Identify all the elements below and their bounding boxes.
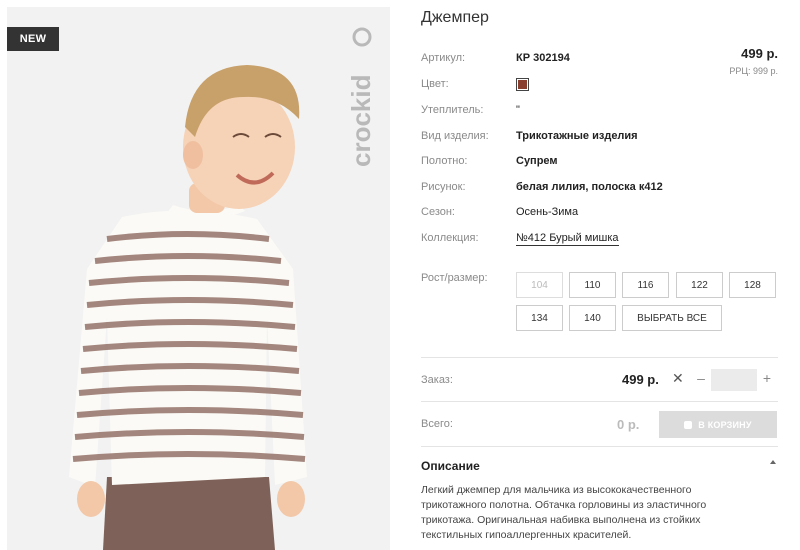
print-value: белая лилия, полоска к412 (516, 181, 663, 193)
collection-link-text[interactable]: №412 Бурый мишка (516, 232, 619, 246)
size-option-122[interactable]: 122 (676, 272, 723, 298)
increase-qty-button[interactable]: + (760, 371, 774, 385)
fabric-value: Супрем (516, 155, 558, 167)
product-price: 499 р. (741, 46, 778, 61)
divider (421, 446, 778, 447)
total-label: Всего: (421, 418, 453, 430)
type-value: Трикотажные изделия (516, 130, 638, 142)
color-swatch-fill (518, 80, 527, 89)
color-label: Цвет: (421, 78, 449, 90)
divider (421, 401, 778, 402)
size-option-116[interactable]: 116 (622, 272, 669, 298)
brand-logo: crockid (347, 27, 377, 167)
multiply-icon: ✕ (672, 370, 684, 386)
size-option-110[interactable]: 110 (569, 272, 616, 298)
description-text: Легкий джемпер для мальчика из высококач… (421, 483, 761, 543)
article-value: КР 302194 (516, 52, 570, 64)
order-price: 499 р. (622, 372, 659, 387)
type-label: Вид изделия: (421, 130, 489, 142)
total-sum: 0 р. (617, 417, 640, 432)
insulation-label: Утеплитель: (421, 104, 484, 116)
add-to-cart-button[interactable]: В КОРЗИНУ (659, 411, 777, 438)
description-line: трикотажного полотна. Обтачка горловины … (421, 499, 707, 511)
order-label: Заказ: (421, 374, 453, 386)
rrp-price: РРЦ: 999 р. (729, 66, 778, 76)
print-label: Рисунок: (421, 181, 466, 193)
add-to-cart-label: В КОРЗИНУ (698, 419, 752, 430)
size-option-104[interactable]: 104 (516, 272, 563, 298)
select-all-sizes-button[interactable]: ВЫБРАТЬ ВСЕ (622, 305, 722, 331)
color-swatch[interactable] (516, 78, 529, 91)
article-label: Артикул: (421, 52, 466, 64)
product-title: Джемпер (421, 9, 489, 26)
product-image (7, 7, 390, 550)
new-badge: NEW (7, 27, 59, 51)
size-option-134[interactable]: 134 (516, 305, 563, 331)
description-heading[interactable]: Описание (421, 459, 480, 473)
product-photo[interactable]: NEW crockid (7, 7, 390, 550)
quantity-input[interactable] (711, 369, 757, 391)
season-label: Сезон: (421, 206, 455, 218)
collection-label: Коллекция: (421, 232, 479, 244)
svg-text:crockid: crockid (347, 75, 376, 168)
description-line: текстильных гипоаллергенных красителей. (421, 529, 632, 541)
decrease-qty-button[interactable]: – (694, 371, 708, 385)
description-line: трикотажа. Оригинальная набивка выполнен… (421, 514, 701, 526)
size-label: Рост/размер: (421, 272, 488, 284)
divider (421, 357, 778, 358)
size-option-128[interactable]: 128 (729, 272, 776, 298)
season-value: Осень-Зима (516, 206, 579, 218)
collapse-caret-icon[interactable] (770, 460, 776, 464)
insulation-value: " (516, 104, 520, 116)
description-line: Легкий джемпер для мальчика из высококач… (421, 484, 692, 496)
collection-link[interactable]: №412 Бурый мишка (516, 232, 619, 246)
cart-icon (684, 420, 693, 429)
size-option-140[interactable]: 140 (569, 305, 616, 331)
fabric-label: Полотно: (421, 155, 468, 167)
